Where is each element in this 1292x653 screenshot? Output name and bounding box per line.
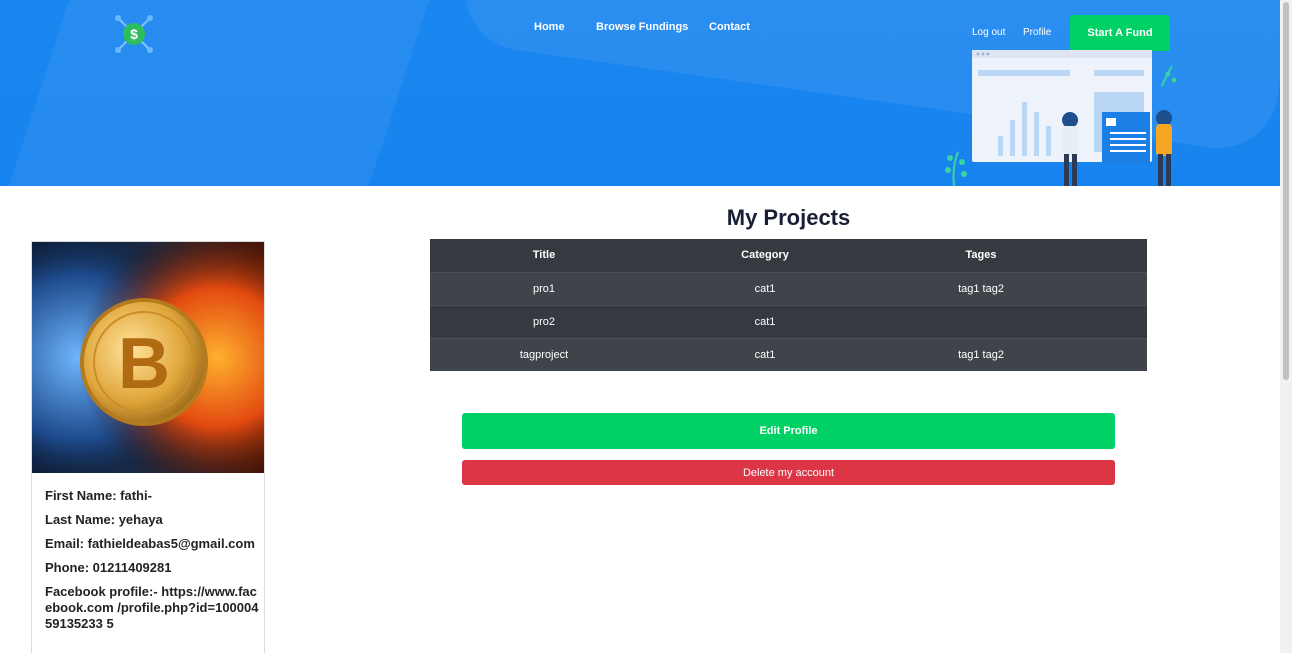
svg-text:B: B (118, 324, 170, 404)
profile-info: First Name: fathi- Last Name: yehaya Ema… (45, 488, 260, 640)
column-header-title: Title (430, 239, 658, 272)
table-header-row: Title Category Tages (430, 239, 1147, 272)
phone-text: Phone: 01211409281 (45, 560, 172, 575)
column-header-empty (1090, 239, 1147, 272)
profile-link[interactable]: Profile (1023, 27, 1051, 38)
cell-tags (872, 304, 1090, 338)
profile-avatar-image: B (32, 242, 264, 473)
last-name-text: Last Name: yehaya (45, 512, 163, 527)
page: $ Home Browse Fundings Contact Log out P… (0, 0, 1292, 653)
logo-icon[interactable]: $ (112, 12, 156, 56)
column-header-category: Category (658, 239, 872, 272)
nav-browse-fundings-link[interactable]: Browse Fundings (596, 21, 688, 33)
table-row[interactable]: pro2 cat1 (430, 304, 1147, 338)
cell-empty (1090, 337, 1147, 371)
svg-text:$: $ (130, 26, 138, 42)
scrollbar-thumb[interactable] (1283, 2, 1289, 380)
projects-table: Title Category Tages pro1 cat1 tag1 tag2… (430, 239, 1147, 371)
cell-empty (1090, 271, 1147, 305)
cell-category: cat1 (658, 271, 872, 305)
cell-title: pro1 (430, 271, 658, 305)
hero-decor-shape (0, 0, 449, 186)
delete-account-button[interactable]: Delete my account (462, 460, 1115, 485)
edit-profile-button[interactable]: Edit Profile (462, 413, 1115, 449)
cell-tags: tag1 tag2 (872, 271, 1090, 305)
nav-contact-link[interactable]: Contact (709, 21, 750, 33)
cell-empty (1090, 304, 1147, 338)
nav-home-link[interactable]: Home (534, 21, 565, 33)
dashboard-illustration (945, 50, 1177, 186)
column-header-tags: Tages (872, 239, 1090, 272)
email-text: Email: fathieldeabas5@gmail.com (45, 536, 255, 551)
table-row[interactable]: pro1 cat1 tag1 tag2 (430, 271, 1147, 305)
my-projects-title: My Projects (726, 205, 851, 230)
profile-card: B First Name: fathi- Last Name: yehaya E… (31, 241, 265, 653)
logout-link[interactable]: Log out (972, 27, 1005, 38)
cell-category: cat1 (658, 337, 872, 371)
facebook-profile-text: Facebook profile:- https://www.facebook.… (45, 584, 259, 631)
hero-header: $ Home Browse Fundings Contact Log out P… (0, 0, 1280, 186)
first-name-text: First Name: fathi- (45, 488, 152, 503)
cell-tags: tag1 tag2 (872, 337, 1090, 371)
cell-category: cat1 (658, 304, 872, 338)
cell-title: pro2 (430, 304, 658, 338)
page-scrollbar[interactable] (1280, 0, 1292, 653)
cell-title: tagproject (430, 337, 658, 371)
table-row[interactable]: tagproject cat1 tag1 tag2 (430, 337, 1147, 371)
